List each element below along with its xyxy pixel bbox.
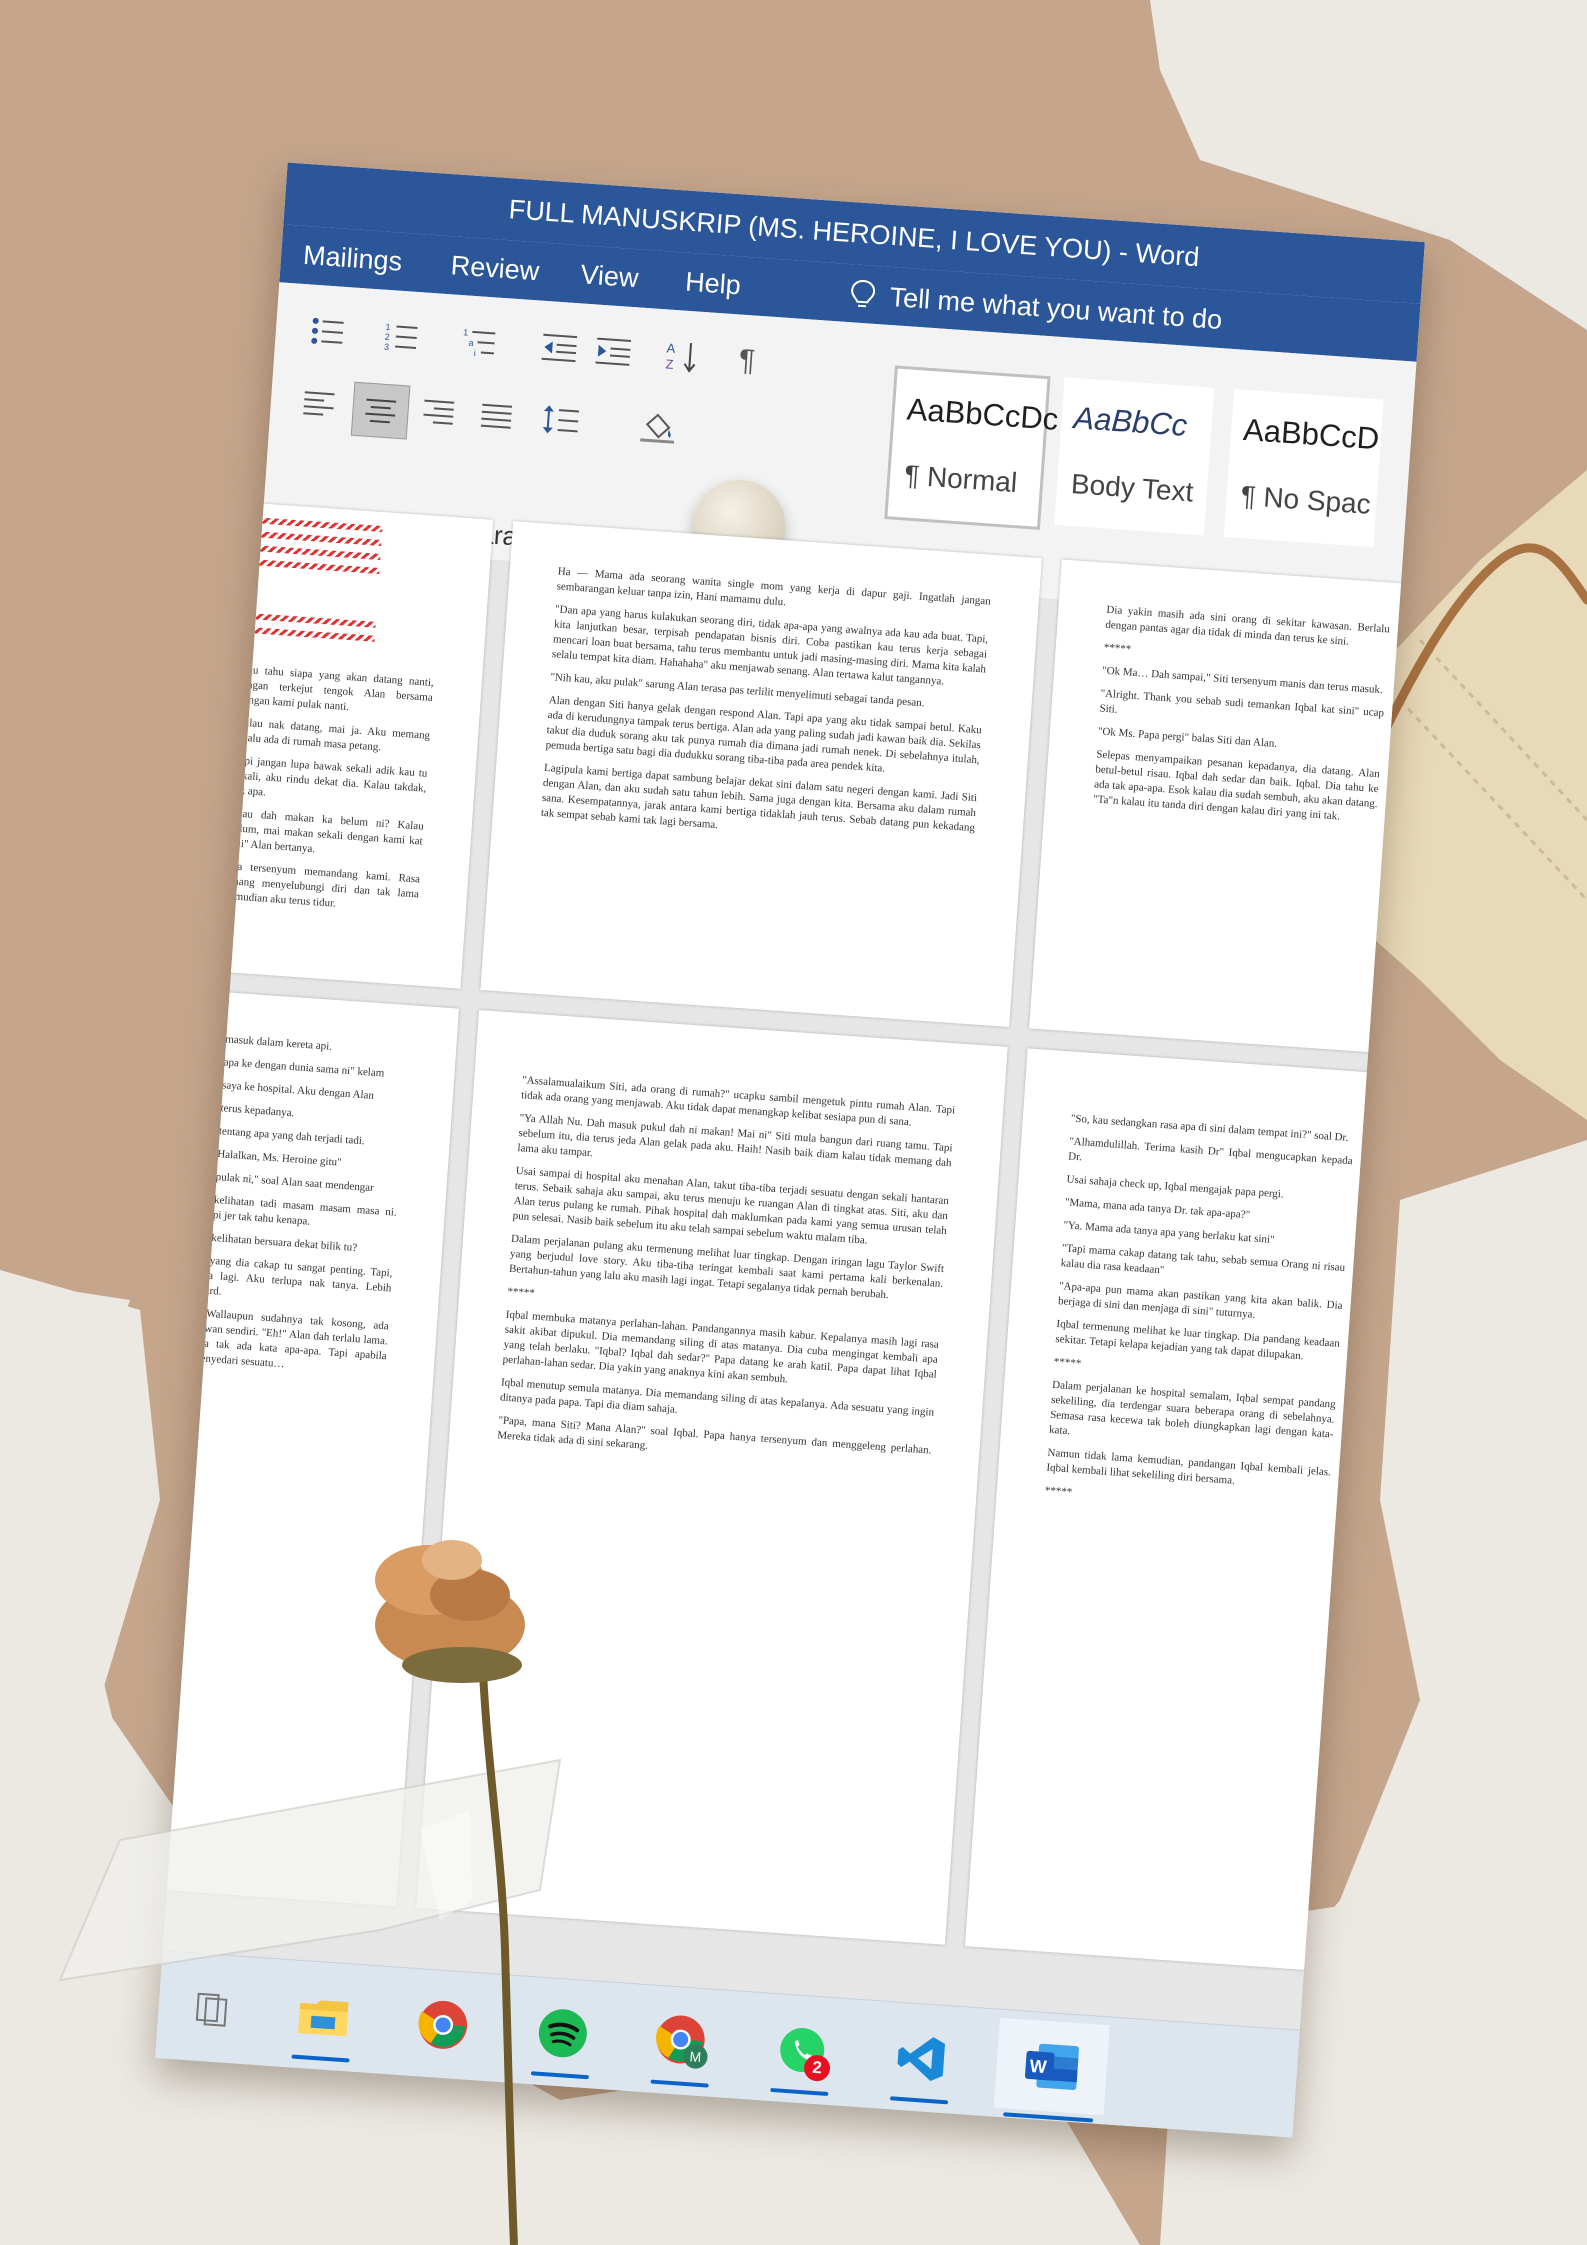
file-explorer-icon: [298, 2000, 349, 2037]
tab-mailings[interactable]: Mailings: [302, 240, 403, 278]
style-normal[interactable]: AaBbCcDc ¶ Normal: [884, 365, 1059, 530]
paragraph: Kalau nak datang, mai ja. Aku memang sel…: [235, 716, 431, 754]
style-no-spacing[interactable]: AaBbCcD ¶ No Spac: [1223, 389, 1384, 548]
svg-text:Z: Z: [665, 356, 674, 372]
multilevel-list-icon: 1ai: [463, 327, 496, 358]
taskbar-whatsapp[interactable]: 2: [765, 2012, 840, 2096]
show-marks-button[interactable]: ¶: [724, 340, 771, 383]
taskbar-file-explorer[interactable]: [286, 1978, 361, 2063]
taskview-icon: [195, 1992, 228, 2027]
page-text: …masuk dalam kereta api. …apa ke dengan d…: [191, 1032, 408, 1388]
increase-indent-icon: [595, 337, 632, 366]
page-bottom-center[interactable]: "Assalamualaikum Siti, ada orang di ruma…: [416, 1009, 1008, 1945]
page-text: Kau tahu siapa yang akan datang nanti, j…: [223, 662, 434, 925]
bullets-icon: [311, 317, 344, 344]
svg-text:1: 1: [385, 322, 391, 332]
taskbar-chrome-profile[interactable]: M: [645, 2003, 720, 2088]
svg-text:1: 1: [463, 327, 469, 337]
paragraph: "Kau dah makan ka belum ni? Kalau belum,…: [227, 807, 425, 856]
paragraph: Selepas menyampaikan pesanan kepadanya, …: [1092, 748, 1381, 823]
svg-text:W: W: [1029, 2056, 1047, 2077]
taskbar-word[interactable]: W: [993, 2017, 1110, 2123]
chrome-icon: [418, 2000, 468, 2049]
svg-text:2: 2: [384, 332, 390, 342]
page-top-right[interactable]: Dia yakin masih ada sini orang di sekita…: [1029, 559, 1425, 1055]
tab-view[interactable]: View: [579, 259, 640, 294]
chrome-profile-icon: M: [656, 2015, 708, 2069]
align-left-icon: [303, 391, 335, 416]
align-right-icon: [423, 399, 455, 425]
increase-indent-button[interactable]: [590, 330, 637, 373]
page-text: Dia yakin masih ada sini orang di sekita…: [1092, 603, 1390, 835]
numbering-button[interactable]: 123: [378, 315, 425, 358]
styles-gallery: AaBbCcDc ¶ Normal AaBbCc Body Text AaBbC…: [884, 365, 1414, 551]
style-body-text[interactable]: AaBbCc Body Text: [1054, 377, 1215, 536]
taskbar-chrome[interactable]: [406, 1987, 481, 2064]
numbering-icon: 123: [384, 322, 418, 352]
paint-bucket-icon: [640, 413, 675, 444]
paragraph: …yang dia cakap tu sangat penting. Tapi,…: [196, 1254, 393, 1298]
page-text: "So, kau sedangkan rasa apa di sini dala…: [1044, 1112, 1355, 1527]
sort-az-icon: AZ: [665, 340, 696, 373]
spotify-icon: [538, 2009, 587, 2058]
taskbar-vscode[interactable]: [885, 2020, 960, 2105]
sort-button[interactable]: AZ: [660, 335, 707, 378]
notification-badge: 2: [803, 2054, 831, 2082]
paragraph: Tapi jangan lupa bawak sekali adik kau t…: [231, 754, 428, 799]
lightbulb-icon: [851, 280, 876, 308]
taskbar-spotify[interactable]: [525, 1995, 600, 2080]
paragraph: …kelihatan tadi masam masam masa ni. Tap…: [201, 1193, 398, 1228]
align-center-icon: [365, 398, 397, 424]
align-right-button[interactable]: [415, 390, 462, 433]
justify-icon: [480, 403, 513, 429]
shading-button[interactable]: [635, 406, 682, 449]
word-window: FULL MANUSKRIP (MS. HEROINE, I LOVE YOU)…: [155, 162, 1425, 2138]
page-text: "Assalamualaikum Siti, ada orang di ruma…: [496, 1073, 956, 1481]
svg-text:3: 3: [384, 342, 390, 352]
page-top-center[interactable]: Ha — Mama ada seorang wanita single mom …: [480, 521, 1042, 1027]
multilevel-list-button[interactable]: 1ai: [456, 321, 503, 364]
align-center-button[interactable]: [350, 381, 411, 440]
align-left-button[interactable]: [296, 382, 343, 425]
tab-help[interactable]: Help: [684, 267, 741, 302]
paragraph: Dia tersenyum memandang kami. Rasa tenan…: [223, 860, 421, 910]
taskbar-taskview[interactable]: [174, 1970, 249, 2047]
style-body-text-preview: AaBbCc: [1072, 400, 1189, 443]
line-spacing-button[interactable]: [537, 399, 584, 442]
decrease-indent-icon: [541, 333, 578, 363]
svg-text:a: a: [468, 338, 474, 348]
style-no-spacing-label: ¶ No Spac: [1239, 479, 1372, 520]
style-normal-label: ¶ Normal: [903, 459, 1019, 499]
justify-button[interactable]: [473, 394, 520, 437]
svg-text:M: M: [689, 2048, 702, 2065]
style-body-text-label: Body Text: [1070, 468, 1195, 508]
tab-review[interactable]: Review: [450, 250, 540, 287]
pilcrow-icon: ¶: [737, 343, 757, 378]
document-area: Kau tahu siapa yang akan datang nanti, j…: [155, 499, 1425, 2030]
decrease-indent-button[interactable]: [536, 326, 583, 369]
page-text: Ha — Mama ada seorang wanita single mom …: [540, 564, 991, 859]
paragraph: Dalam perjalanan ke hospital semalam, Iq…: [1048, 1378, 1336, 1441]
vscode-icon: [897, 2037, 946, 2082]
style-no-spacing-preview: AaBbCcD: [1242, 411, 1381, 457]
word-icon: W: [1024, 2043, 1079, 2091]
svg-text:A: A: [666, 340, 676, 356]
line-spacing-icon: [542, 405, 580, 434]
style-normal-preview: AaBbCcDc: [905, 391, 1060, 437]
paragraph: Kau tahu siapa yang akan datang nanti, j…: [237, 663, 435, 714]
paragraph: …Wallaupun sudahnya tak kosong, ada kawa…: [191, 1306, 390, 1371]
bullets-button[interactable]: [305, 310, 352, 353]
svg-text:i: i: [473, 348, 476, 358]
